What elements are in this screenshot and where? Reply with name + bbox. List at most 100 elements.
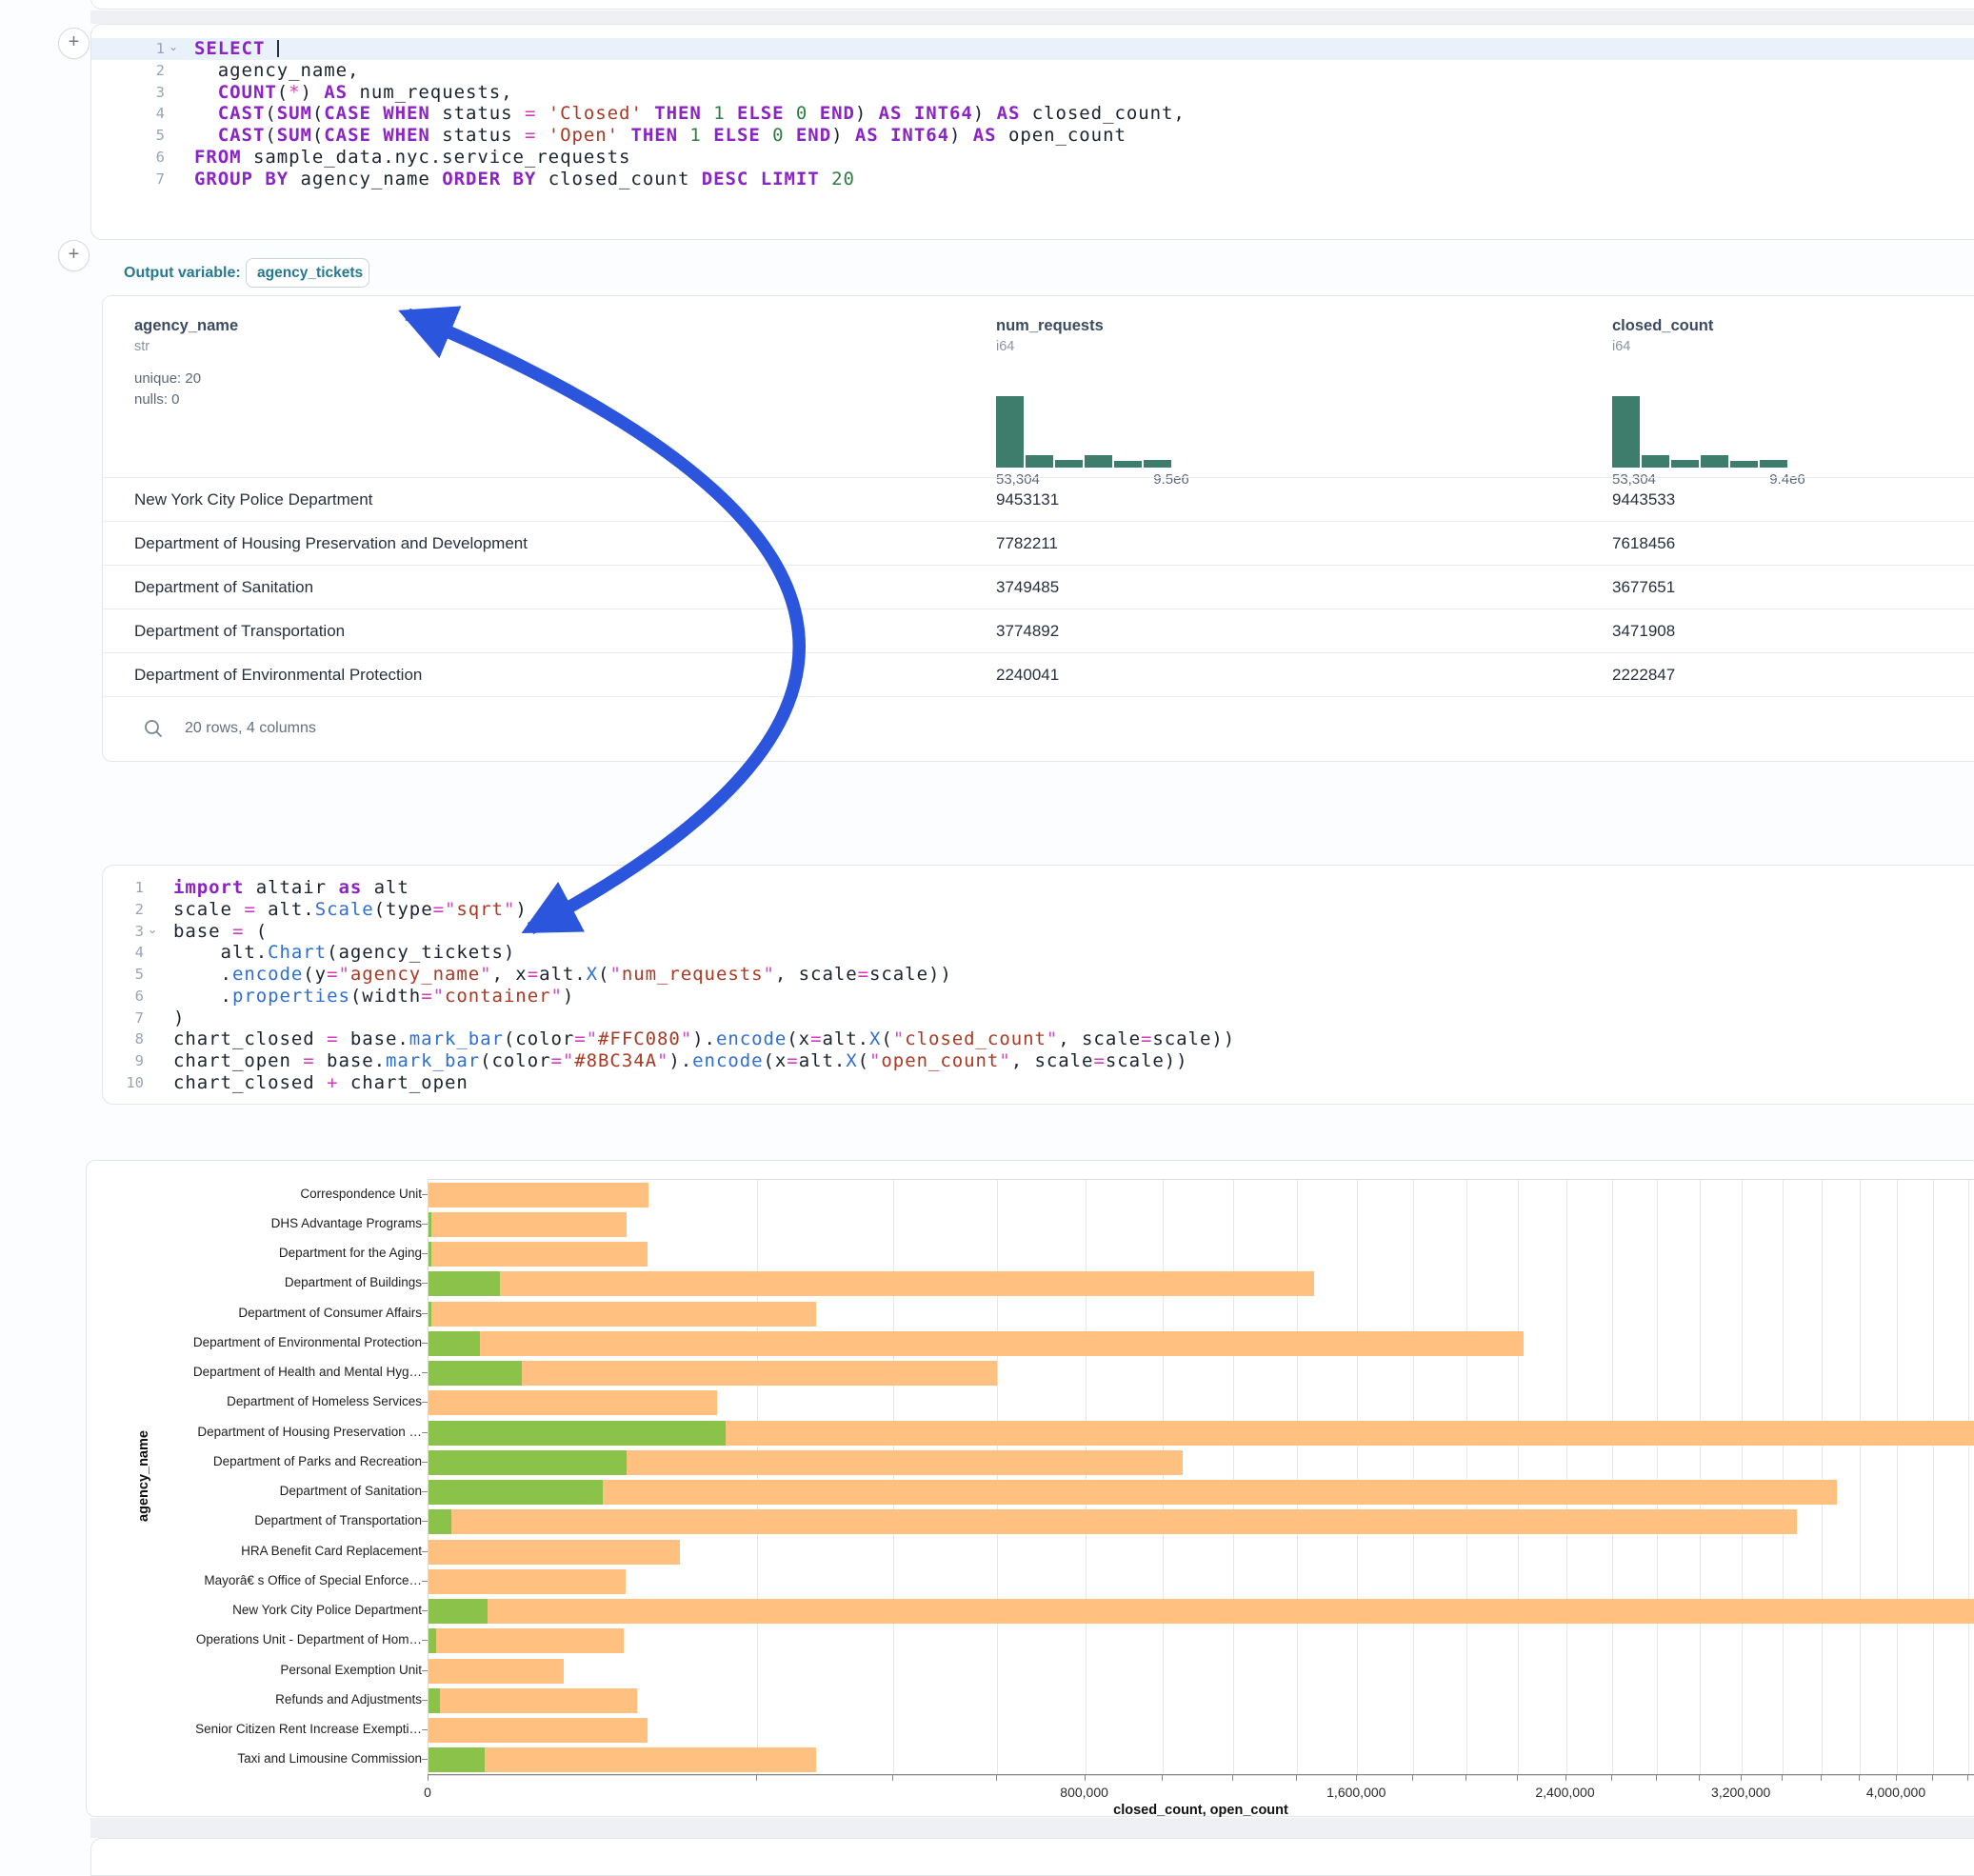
code-line[interactable]: 3⌄base = ( — [103, 921, 1974, 943]
histogram-bar — [1114, 461, 1142, 468]
y-axis-tick — [422, 1670, 428, 1671]
line-number: 5 — [103, 964, 144, 986]
x-axis-tick — [1967, 1775, 1968, 1781]
x-axis-tick — [1412, 1775, 1413, 1781]
code-text: scale = alt.Scale(type="sqrt") — [173, 899, 528, 921]
column-header[interactable]: agency_name — [134, 317, 238, 335]
next-cell-edge — [90, 1838, 1974, 1876]
x-axis-tick — [1932, 1775, 1933, 1781]
line-number: 2 — [103, 899, 144, 921]
x-axis-tick — [1896, 1775, 1897, 1781]
x-axis-tick — [1656, 1775, 1657, 1781]
code-line[interactable]: 8chart_closed = base.mark_bar(color="#FF… — [103, 1028, 1974, 1050]
code-line[interactable]: 5 CAST(SUM(CASE WHEN status = 'Open' THE… — [91, 125, 1974, 147]
code-line[interactable]: 2 agency_name, — [91, 60, 1974, 82]
column-header[interactable]: num_requests — [996, 317, 1104, 335]
table-row[interactable]: Department of Housing Preservation and D… — [103, 521, 1974, 566]
result-table-card: agency_namestrunique: 20nulls: 0num_requ… — [102, 295, 1974, 762]
table-cell: New York City Police Department — [134, 478, 372, 522]
code-line[interactable]: 1import altair as alt — [103, 877, 1974, 899]
line-number: 7 — [103, 1008, 144, 1029]
add-cell-button-top[interactable]: + — [58, 28, 90, 59]
histogram-bar — [1612, 396, 1640, 468]
code-text: FROM sample_data.nyc.service_requests — [194, 147, 630, 169]
code-line[interactable]: 7) — [103, 1008, 1974, 1029]
y-axis-tick — [422, 1729, 428, 1730]
code-line[interactable]: 2 scale = alt.Scale(type="sqrt") — [103, 899, 1974, 921]
code-text: .properties(width="container") — [173, 986, 574, 1008]
code-text: SELECT — [194, 38, 279, 60]
code-line[interactable]: 6FROM sample_data.nyc.service_requests — [91, 147, 1974, 169]
table-cell: 7618456 — [1612, 522, 1675, 566]
histogram-bar — [1144, 460, 1171, 468]
column-histogram[interactable] — [1612, 396, 1789, 468]
table-cell: 3774892 — [996, 609, 1059, 653]
text-cursor — [277, 40, 279, 57]
line-number: 3 — [103, 921, 144, 943]
y-axis-category-label: Department for the Aging — [144, 1246, 422, 1260]
y-axis-tick — [422, 1551, 428, 1552]
table-row-count: 20 rows, 4 columns — [185, 720, 316, 737]
code-line[interactable]: 7GROUP BY agency_name ORDER BY closed_co… — [91, 169, 1974, 190]
code-text: ) — [173, 1008, 185, 1029]
x-axis-tick — [1741, 1775, 1742, 1781]
table-row[interactable]: New York City Police Department945313194… — [103, 477, 1974, 522]
code-line[interactable]: 6 .properties(width="container") — [103, 986, 1974, 1008]
x-axis-tick-label: 3,200,000 — [1674, 1785, 1807, 1800]
output-variable-pill[interactable]: agency_tickets — [246, 258, 369, 288]
line-number: 4 — [103, 942, 144, 964]
search-icon[interactable] — [143, 718, 164, 739]
table-cell: Department of Housing Preservation and D… — [134, 522, 528, 566]
histogram-bar — [1701, 455, 1728, 468]
x-axis-title: closed_count, open_count — [963, 1803, 1439, 1818]
sql-code-lines[interactable]: 1⌄SELECT 2 agency_name,3 COUNT(*) AS num… — [91, 38, 1974, 190]
code-line[interactable]: 10chart_closed + chart_open — [103, 1072, 1974, 1094]
x-axis-tick — [996, 1775, 997, 1781]
code-line[interactable]: 4 CAST(SUM(CASE WHEN status = 'Closed' T… — [91, 103, 1974, 125]
code-line[interactable]: 3 COUNT(*) AS num_requests, — [91, 82, 1974, 104]
gap-strip-top — [90, 10, 1974, 24]
table-row[interactable]: Department of Sanitation37494853677651 — [103, 565, 1974, 609]
code-line[interactable]: 4 alt.Chart(agency_tickets) — [103, 942, 1974, 964]
table-cell: Department of Sanitation — [134, 566, 313, 609]
column-type: i64 — [996, 339, 1014, 354]
y-axis-category-label: Refunds and Adjustments — [144, 1692, 422, 1706]
code-text: COUNT(*) AS num_requests, — [194, 82, 513, 104]
y-axis-tick — [422, 1610, 428, 1611]
table-footer: 20 rows, 4 columns — [103, 696, 1974, 762]
code-line[interactable]: 1⌄SELECT — [91, 38, 1974, 60]
python-code-lines[interactable]: 1import altair as alt2 scale = alt.Scale(… — [103, 877, 1974, 1094]
previous-cell-edge — [90, 0, 1974, 10]
column-histogram[interactable] — [996, 396, 1173, 468]
table-cell: 2222847 — [1612, 653, 1675, 697]
code-text: GROUP BY agency_name ORDER BY closed_cou… — [194, 169, 855, 190]
fold-chevron-icon[interactable]: ⌄ — [148, 919, 157, 941]
y-axis-tick — [422, 1224, 428, 1225]
table-row[interactable]: Department of Transportation377489234719… — [103, 609, 1974, 653]
y-axis-category-label: Department of Housing Preservation … — [144, 1425, 422, 1439]
histogram-bar — [1671, 460, 1699, 468]
code-line[interactable]: 5 .encode(y="agency_name", x=alt.X("num_… — [103, 964, 1974, 986]
column-type: i64 — [1612, 339, 1630, 354]
y-axis-category-label: Department of Buildings — [144, 1275, 422, 1289]
histogram-bar — [1642, 455, 1669, 468]
line-number: 6 — [103, 986, 144, 1008]
add-cell-button-middle[interactable]: + — [58, 240, 90, 271]
code-line[interactable]: 9chart_open = base.mark_bar(color="#8BC3… — [103, 1050, 1974, 1072]
table-cell: 9453131 — [996, 478, 1059, 522]
table-cell: 3471908 — [1612, 609, 1675, 653]
sql-editor-cell[interactable]: 1⌄SELECT 2 agency_name,3 COUNT(*) AS num… — [90, 24, 1974, 240]
y-axis-category-label: Department of Environmental Protection — [144, 1335, 422, 1349]
line-number: 8 — [103, 1028, 144, 1050]
table-row[interactable]: Department of Environmental Protection22… — [103, 652, 1974, 697]
python-editor-cell[interactable]: 1import altair as alt2 scale = alt.Scale(… — [102, 865, 1974, 1105]
y-axis-tick — [422, 1462, 428, 1463]
table-header: agency_namestrunique: 20nulls: 0num_requ… — [103, 296, 1974, 477]
y-axis-category-label: Mayorâ€ s Office of Special Enforce… — [144, 1573, 422, 1587]
fold-chevron-icon[interactable]: ⌄ — [169, 36, 178, 58]
histogram-bar — [1085, 455, 1112, 468]
column-header[interactable]: closed_count — [1612, 317, 1713, 335]
y-axis-tick — [422, 1491, 428, 1492]
y-axis-category-label: Department of Sanitation — [144, 1484, 422, 1498]
x-axis-tick-label: 800,000 — [1018, 1785, 1151, 1800]
